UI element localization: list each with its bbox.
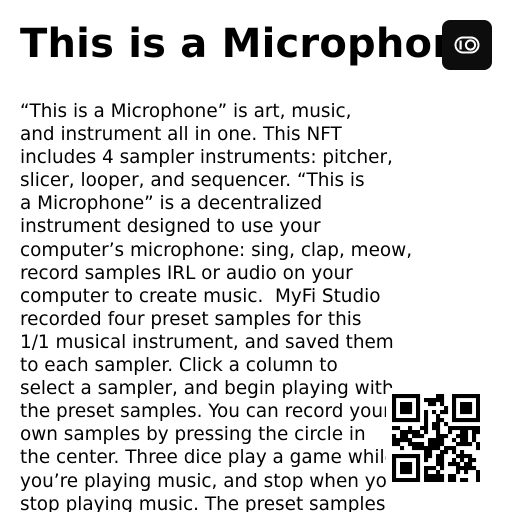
- description-line: 1/1 musical instrument, and saved them: [20, 331, 394, 353]
- qr-code-icon: [392, 394, 480, 482]
- toggle-icon: [454, 36, 480, 54]
- page-title: This is a Microphone: [20, 21, 489, 67]
- description-line: “This is a Microphone” is art, music,: [20, 101, 352, 122]
- view-toggle-button[interactable]: [442, 20, 492, 70]
- description-line: computer to create music. MyFi Studio: [20, 285, 381, 307]
- description-line: recorded four preset samples for this: [20, 308, 362, 330]
- description-line: includes 4 sampler instruments: pitcher,: [20, 147, 393, 169]
- description-line: stop playing music. The preset samples: [20, 493, 386, 512]
- description-line: a Microphone” is a decentralized: [20, 193, 323, 215]
- description-line: computer’s microphone: sing, clap, meow,: [20, 239, 413, 261]
- description-line: instrument designed to use your: [20, 216, 321, 238]
- description-line: slicer, looper, and sequencer. “This is: [20, 170, 365, 192]
- description-line: to each sampler. Click a column to: [20, 355, 338, 377]
- description-line: record samples IRL or audio on your: [20, 262, 353, 284]
- qr-code[interactable]: [386, 388, 486, 488]
- description-line: and instrument all in one. This NFT: [20, 124, 342, 146]
